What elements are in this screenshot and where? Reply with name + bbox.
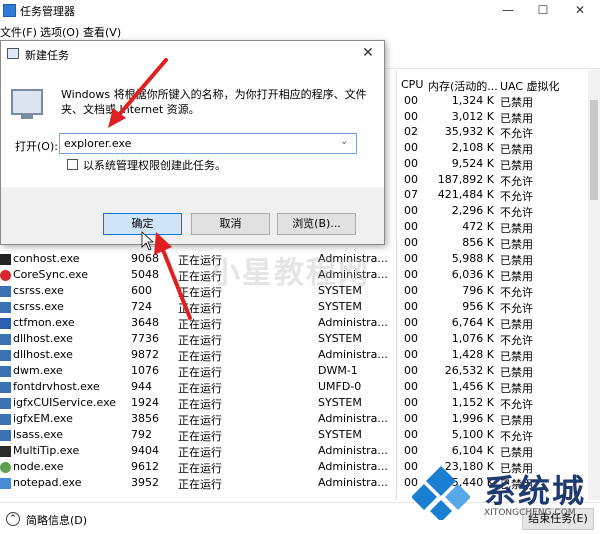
brand-watermark: 系统城 bbox=[484, 472, 587, 510]
brand-url-watermark: XITONGCHENG.COM bbox=[484, 508, 576, 518]
mouse-cursor-icon bbox=[141, 231, 155, 251]
site-watermark: 小星教程网 bbox=[210, 256, 370, 291]
arrow-to-input bbox=[108, 58, 168, 128]
arrow-to-ok-button bbox=[154, 232, 192, 320]
windows-logo-icon bbox=[412, 466, 470, 520]
